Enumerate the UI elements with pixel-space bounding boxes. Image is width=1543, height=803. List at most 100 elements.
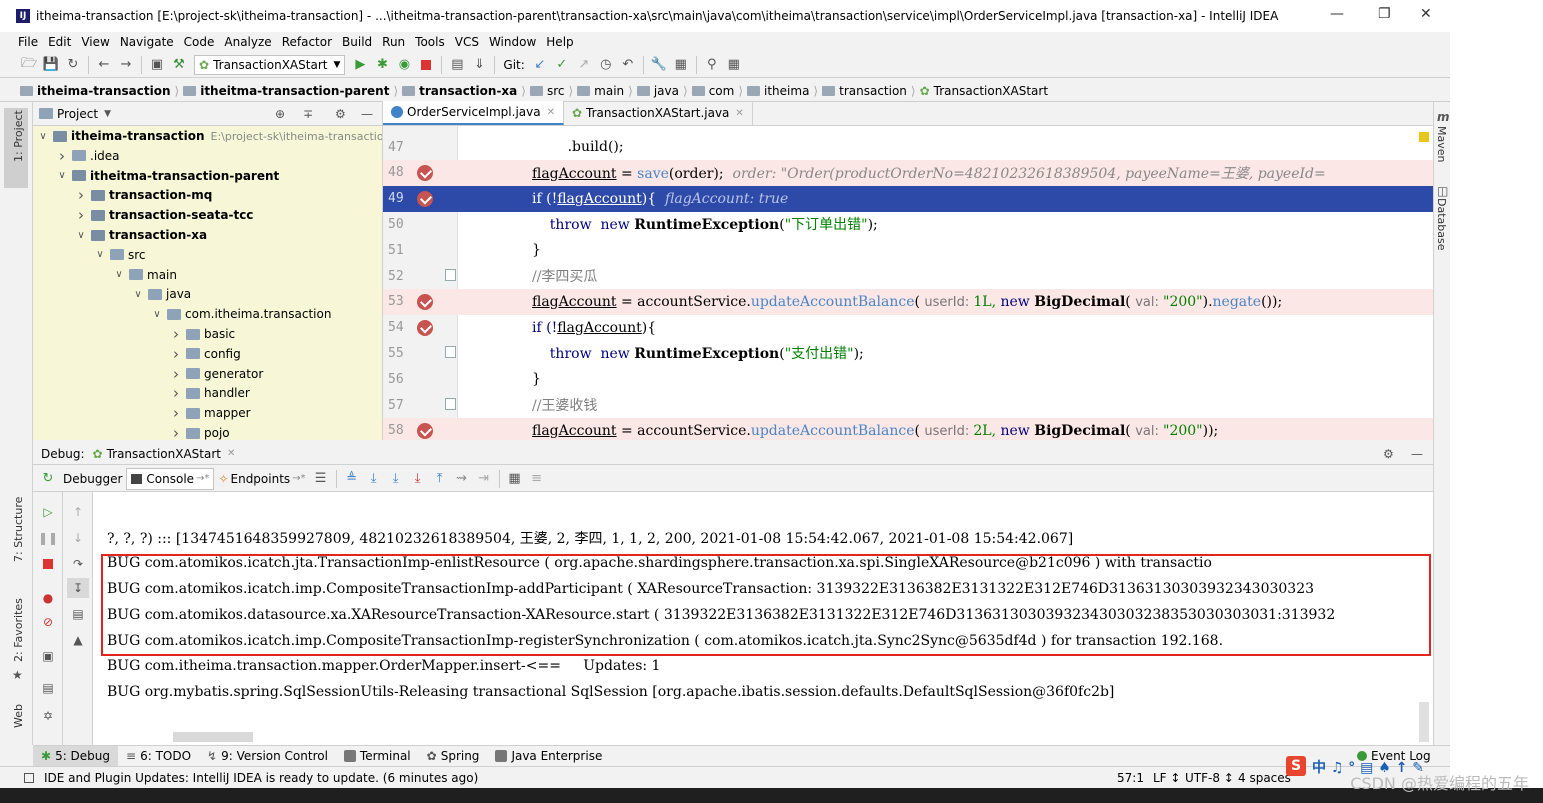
- history-icon[interactable]: ◷: [595, 55, 617, 75]
- chevron-right-icon[interactable]: ›: [75, 186, 87, 204]
- forward-icon[interactable]: →: [115, 55, 137, 75]
- chevron-down-icon[interactable]: ∨: [113, 269, 125, 280]
- breakpoint-icon[interactable]: [417, 190, 433, 207]
- menu-tools[interactable]: Tools: [415, 35, 445, 49]
- breadcrumb-item[interactable]: itheima ⟩: [747, 84, 818, 98]
- menu-window[interactable]: Window: [489, 35, 536, 49]
- rollback-icon[interactable]: ↶: [617, 55, 639, 75]
- menu-vcs[interactable]: VCS: [455, 35, 479, 49]
- chevron-right-icon[interactable]: ›: [170, 365, 182, 383]
- save-icon[interactable]: 💾: [40, 55, 62, 75]
- collapse-icon[interactable]: ∓: [303, 107, 313, 121]
- chevron-down-icon[interactable]: ∨: [56, 170, 68, 181]
- clear-all-icon[interactable]: ▲: [67, 630, 89, 650]
- code-editor[interactable]: 47 .build(); 48 flagAccount = save(order);…: [383, 126, 1433, 440]
- tree-item[interactable]: › config: [170, 344, 241, 364]
- tab-endpoints[interactable]: ✧ Endpoints →*: [214, 468, 309, 490]
- close-icon[interactable]: ✕: [1420, 6, 1432, 22]
- breadcrumb-item[interactable]: transaction ⟩: [822, 84, 916, 98]
- tree-item[interactable]: ∨ itheima-transaction E:\project-sk\itheim…: [37, 126, 382, 146]
- menu-analyze[interactable]: Analyze: [224, 35, 271, 49]
- chevron-down-icon[interactable]: ▼: [104, 109, 111, 119]
- minimize-icon[interactable]: —: [1330, 6, 1344, 22]
- chevron-down-icon[interactable]: ∨: [75, 230, 87, 241]
- step-over-icon[interactable]: ⤓: [363, 469, 385, 489]
- update-project-icon[interactable]: ▤: [446, 55, 468, 75]
- gear-icon[interactable]: ⚙: [1383, 447, 1394, 461]
- tree-item[interactable]: › mapper: [170, 403, 251, 423]
- code-line[interactable]: 47 .build();: [383, 134, 1433, 160]
- horizontal-scrollbar[interactable]: [173, 732, 253, 742]
- close-icon[interactable]: ✕: [227, 448, 235, 459]
- git-commit-icon[interactable]: ✓: [551, 55, 573, 75]
- code-line[interactable]: 48 flagAccount = save(order); order: "Ord…: [383, 159, 1433, 186]
- step-into-icon[interactable]: ⤓: [385, 469, 407, 489]
- chevron-right-icon[interactable]: ›: [170, 404, 182, 422]
- chevron-down-icon[interactable]: ∨: [151, 309, 163, 320]
- chevron-down-icon[interactable]: ∨: [94, 249, 106, 260]
- rerun-icon[interactable]: ↻: [37, 469, 59, 489]
- show-execution-point-icon[interactable]: ≜: [341, 469, 363, 489]
- code-line[interactable]: 50 throw new RuntimeException("下订单出错");: [383, 211, 1433, 237]
- code-line[interactable]: 57 //王婆收钱: [383, 392, 1433, 418]
- tree-item[interactable]: ∨ com.itheima.transaction: [151, 304, 331, 324]
- debug-session-tab[interactable]: TransactionXAStart: [107, 447, 221, 461]
- tree-item[interactable]: › handler: [170, 383, 250, 403]
- code-line[interactable]: 52 //李四买瓜: [383, 263, 1433, 289]
- scroll-to-end-icon[interactable]: ↧: [67, 578, 89, 598]
- drop-frame-icon[interactable]: ⇝: [451, 469, 473, 489]
- breadcrumb-item[interactable]: java ⟩: [636, 84, 688, 98]
- inspection-status-icon[interactable]: [1419, 132, 1429, 142]
- build-hammer-icon[interactable]: ⚒: [168, 55, 190, 75]
- tree-item[interactable]: › basic: [170, 324, 235, 344]
- hide-panel-icon[interactable]: —: [1411, 447, 1423, 461]
- chevron-down-icon[interactable]: ∨: [132, 289, 144, 300]
- tab-orderserviceimpl[interactable]: OrderServiceImpl.java ✕: [383, 101, 564, 125]
- commit-icon[interactable]: ⇓: [468, 55, 490, 75]
- menu-help[interactable]: Help: [546, 35, 573, 49]
- database-tool-button[interactable]: Database: [1435, 198, 1448, 251]
- resume-icon[interactable]: ▷: [37, 502, 59, 522]
- code-line[interactable]: 55 throw new RuntimeException("支付出错");: [383, 340, 1433, 366]
- menu-file[interactable]: File: [18, 35, 38, 49]
- tree-item[interactable]: › .idea: [56, 146, 120, 166]
- chevron-down-icon[interactable]: ∨: [37, 131, 49, 142]
- web-tool-button[interactable]: Web: [12, 704, 25, 728]
- breakpoint-icon[interactable]: [417, 293, 433, 310]
- tab-debug[interactable]: ✱ 5: Debug: [33, 745, 119, 766]
- file-encoding[interactable]: UTF-8 ↕: [1185, 771, 1234, 785]
- soft-wrap-icon[interactable]: ↷: [67, 554, 89, 574]
- plugin-icon[interactable]: ▦: [723, 55, 745, 75]
- gear-icon[interactable]: ⚙: [335, 107, 346, 121]
- tab-terminal[interactable]: Terminal: [336, 746, 419, 766]
- run-config-selector[interactable]: ✿ TransactionXAStart ▼: [194, 54, 346, 75]
- code-line[interactable]: 56}: [383, 366, 1433, 392]
- status-toggle-icon[interactable]: [24, 772, 34, 783]
- structure-tool-button[interactable]: 7: Structure: [12, 497, 25, 562]
- chevron-right-icon[interactable]: ›: [75, 206, 87, 224]
- step-out-icon[interactable]: ⤒: [429, 469, 451, 489]
- status-message[interactable]: IDE and Plugin Updates: IntelliJ IDEA is…: [44, 771, 478, 785]
- tree-item[interactable]: › generator: [170, 364, 263, 384]
- restore-icon[interactable]: ❐: [1378, 6, 1391, 22]
- debug-bug-icon[interactable]: ✱: [371, 55, 393, 75]
- mute-breakpoints-icon[interactable]: ⊘: [37, 612, 59, 632]
- tab-console[interactable]: Console →*: [126, 467, 215, 490]
- sync-icon[interactable]: ↻: [62, 55, 84, 75]
- tree-item[interactable]: › transaction-seata-tcc: [75, 205, 253, 225]
- layout-icon[interactable]: ▤: [37, 678, 59, 698]
- vertical-scrollbar[interactable]: [1419, 702, 1429, 742]
- camera-icon[interactable]: ▣: [37, 646, 59, 666]
- indent-setting[interactable]: 4 spaces: [1238, 771, 1291, 785]
- breadcrumb-item[interactable]: com ⟩: [691, 84, 743, 98]
- force-step-into-icon[interactable]: ⤓: [407, 469, 429, 489]
- breadcrumb-item[interactable]: transaction-xa ⟩: [402, 84, 526, 98]
- menu-code[interactable]: Code: [184, 35, 215, 49]
- settings-wrench-icon[interactable]: 🔧: [648, 55, 670, 75]
- trace-icon[interactable]: ≡: [526, 469, 548, 489]
- menu-refactor[interactable]: Refactor: [282, 35, 332, 49]
- chevron-right-icon[interactable]: ›: [170, 345, 182, 363]
- breadcrumb-item[interactable]: itheima-transaction ⟩: [20, 84, 179, 98]
- menu-lines-icon[interactable]: ☰: [310, 469, 332, 489]
- breadcrumb-item[interactable]: main ⟩: [577, 84, 633, 98]
